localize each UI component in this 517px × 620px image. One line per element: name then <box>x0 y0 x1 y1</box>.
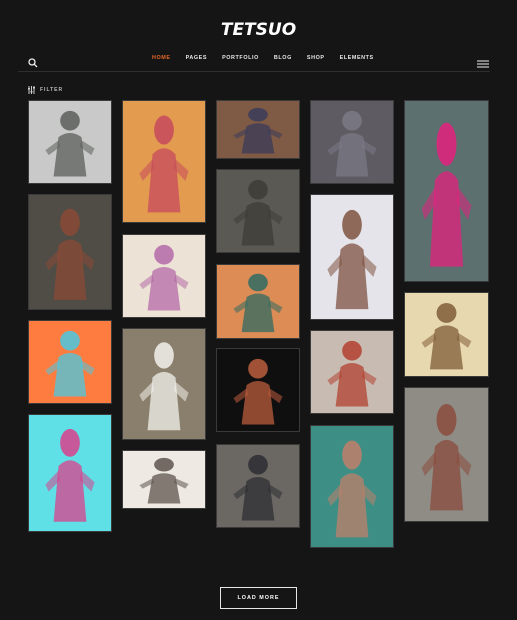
gallery-item-15[interactable] <box>310 194 394 320</box>
artwork-image <box>45 208 95 300</box>
filter-icon <box>28 81 35 99</box>
filter-label: FILTER <box>40 87 64 93</box>
artwork-image <box>421 122 472 267</box>
filter-toggle[interactable]: FILTER <box>28 81 63 99</box>
gallery-item-13[interactable] <box>216 444 300 528</box>
gallery-item-3[interactable] <box>28 320 112 404</box>
gallery-item-2[interactable] <box>28 194 112 310</box>
gallery-item-20[interactable] <box>404 387 489 522</box>
artwork-image <box>421 403 472 511</box>
artwork-image <box>327 110 377 177</box>
artwork-image <box>233 273 283 333</box>
artwork-image <box>233 107 283 154</box>
artwork-image <box>45 330 95 397</box>
artwork-image <box>327 340 377 407</box>
gallery-item-18[interactable] <box>404 100 489 282</box>
artwork-image <box>139 342 189 431</box>
artwork-image <box>139 244 189 311</box>
gallery-item-4[interactable] <box>28 414 112 532</box>
nav-item-pages[interactable]: PAGES <box>186 55 207 61</box>
main-nav: HOME PAGES PORTFOLIO BLOG SHOP ELEMENTS <box>0 50 517 70</box>
search-icon[interactable] <box>28 55 38 68</box>
menu-icon[interactable] <box>477 55 489 68</box>
gallery-item-14[interactable] <box>310 100 394 184</box>
gallery-item-10[interactable] <box>216 169 300 253</box>
gallery-item-6[interactable] <box>122 234 206 318</box>
artwork-image <box>233 358 283 425</box>
artwork-image <box>45 110 95 177</box>
artwork-image <box>421 302 472 370</box>
header-divider <box>18 71 490 72</box>
nav-item-shop[interactable]: SHOP <box>307 55 325 61</box>
artwork-image <box>233 179 283 246</box>
nav-item-portfolio[interactable]: PORTFOLIO <box>222 55 259 61</box>
gallery-item-16[interactable] <box>310 330 394 414</box>
gallery-item-19[interactable] <box>404 292 489 377</box>
gallery-item-12[interactable] <box>216 348 300 432</box>
nav-menu: HOME PAGES PORTFOLIO BLOG SHOP ELEMENTS <box>152 55 389 61</box>
load-more-button[interactable]: LOAD MORE <box>220 587 297 609</box>
gallery-item-9[interactable] <box>216 100 300 159</box>
gallery-item-17[interactable] <box>310 425 394 548</box>
nav-item-home[interactable]: HOME <box>152 55 171 61</box>
artwork-image <box>139 115 189 213</box>
gallery-item-1[interactable] <box>28 100 112 184</box>
artwork-image <box>45 428 95 522</box>
gallery-item-5[interactable] <box>122 100 206 223</box>
artwork-image <box>233 454 283 521</box>
artwork-image <box>139 457 189 504</box>
gallery-item-8[interactable] <box>122 450 206 509</box>
gallery-item-7[interactable] <box>122 328 206 440</box>
site-logo[interactable]: TETSUO <box>0 20 517 40</box>
nav-item-elements[interactable]: ELEMENTS <box>340 55 374 61</box>
nav-item-blog[interactable]: BLOG <box>274 55 292 61</box>
gallery-item-11[interactable] <box>216 264 300 339</box>
artwork-image <box>327 440 377 538</box>
artwork-image <box>327 209 377 310</box>
